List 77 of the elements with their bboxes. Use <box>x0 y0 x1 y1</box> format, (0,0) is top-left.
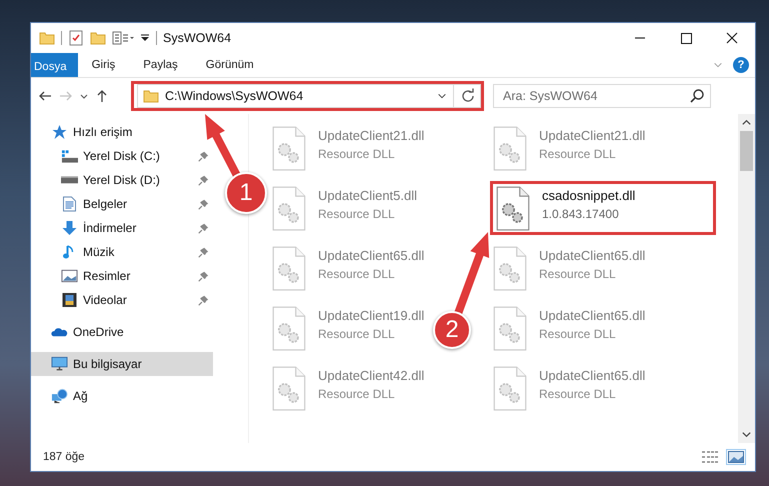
scrollbar-thumb[interactable] <box>740 131 753 171</box>
picture-icon <box>61 268 78 284</box>
sidebar-item[interactable]: Yerel Disk (D:) <box>31 168 213 192</box>
file-detail: 1.0.843.17400 <box>542 207 620 221</box>
file-name: UpdateClient21.dll <box>318 128 424 143</box>
file-menu-tab[interactable]: Dosya <box>31 53 78 77</box>
film-icon <box>61 292 78 308</box>
ribbon-tab[interactable]: Giriş <box>78 53 130 77</box>
drive-icon <box>61 176 78 184</box>
file-item[interactable]: UpdateClient42.dll Resource DLL <box>269 361 436 415</box>
file-item[interactable]: UpdateClient65.dll Resource DLL <box>490 241 656 295</box>
file-detail: Resource DLL <box>539 327 617 341</box>
network-icon <box>51 388 68 404</box>
document-icon <box>61 196 78 212</box>
file-name: UpdateClient19.dll <box>318 308 424 323</box>
file-detail: Resource DLL <box>539 387 617 401</box>
properties-icon[interactable] <box>112 30 134 46</box>
file-detail: Resource DLL <box>318 207 396 221</box>
file-item[interactable]: UpdateClient5.dll Resource DLL <box>269 181 428 235</box>
file-item[interactable]: UpdateClient65.dll Resource DLL <box>490 361 656 415</box>
drive-icon <box>61 148 78 164</box>
window-title: SysWOW64 <box>163 31 232 45</box>
help-button[interactable]: ? <box>733 57 749 73</box>
gear-file-icon <box>272 306 306 351</box>
file-name: UpdateClient21.dll <box>539 128 646 143</box>
sidebar-item[interactable]: Hızlı erişim <box>31 120 138 144</box>
gear-file-icon <box>496 186 530 231</box>
file-detail: Resource DLL <box>539 267 617 281</box>
refresh-icon[interactable] <box>460 88 476 104</box>
file-detail: Resource DLL <box>318 147 396 161</box>
file-item[interactable]: UpdateClient65.dll Resource DLL <box>490 301 656 355</box>
file-name: UpdateClient65.dll <box>318 248 424 263</box>
gear-file-icon <box>493 246 527 291</box>
dropdown-icon[interactable] <box>140 33 150 43</box>
file-name: UpdateClient65.dll <box>539 368 646 383</box>
file-name: UpdateClient5.dll <box>318 188 418 203</box>
sidebar-item[interactable]: İndirmeler <box>31 216 213 240</box>
sidebar-item[interactable]: Resimler <box>31 264 213 288</box>
file-name: UpdateClient65.dll <box>539 308 646 323</box>
file-detail: Resource DLL <box>318 267 396 281</box>
sidebar-item[interactable]: Belgeler <box>31 192 213 216</box>
file-name: UpdateClient65.dll <box>539 248 646 263</box>
file-item[interactable]: UpdateClient21.dll Resource DLL <box>269 121 436 175</box>
chevron-down-icon[interactable] <box>437 91 447 101</box>
gear-file-icon <box>272 186 306 231</box>
item-count: 187 öğe <box>43 451 85 463</box>
monitor-icon <box>51 356 68 372</box>
file-item[interactable]: UpdateClient19.dll Resource DLL <box>269 301 436 355</box>
sidebar-item[interactable]: Ağ <box>31 384 213 408</box>
star-icon <box>51 124 68 140</box>
file-item[interactable]: csadosnippet.dll 1.0.843.17400 <box>490 181 716 235</box>
file-item[interactable]: UpdateClient65.dll Resource DLL <box>269 241 436 295</box>
folder-icon <box>143 88 159 104</box>
gear-file-icon <box>493 366 527 411</box>
gear-file-icon <box>493 306 527 351</box>
file-name: csadosnippet.dll <box>542 188 636 203</box>
sidebar-item[interactable]: Videolar <box>31 288 213 312</box>
file-detail: Resource DLL <box>318 387 396 401</box>
checklist-icon[interactable] <box>68 30 84 46</box>
file-detail: Resource DLL <box>539 147 617 161</box>
sidebar-item[interactable]: Yerel Disk (C:) <box>31 144 213 168</box>
sidebar-item[interactable]: OneDrive <box>31 320 213 344</box>
file-detail: Resource DLL <box>318 327 396 341</box>
gear-file-icon <box>272 126 306 171</box>
file-name: UpdateClient42.dll <box>318 368 424 383</box>
gear-file-icon <box>272 246 306 291</box>
sidebar-item[interactable]: Müzik <box>31 240 213 264</box>
sidebar-item[interactable]: Bu bilgisayar <box>31 352 213 376</box>
scrollbar[interactable] <box>738 114 755 443</box>
large-icons-view-icon[interactable] <box>727 450 745 464</box>
ribbon-tab[interactable]: Paylaş <box>129 53 192 77</box>
gear-file-icon <box>493 126 527 171</box>
gear-file-icon <box>272 366 306 411</box>
down-arrow-icon <box>61 220 78 236</box>
ribbon-tab[interactable]: Görünüm <box>192 53 268 77</box>
file-item[interactable]: UpdateClient21.dll Resource DLL <box>490 121 656 175</box>
details-view-icon[interactable] <box>701 450 719 464</box>
